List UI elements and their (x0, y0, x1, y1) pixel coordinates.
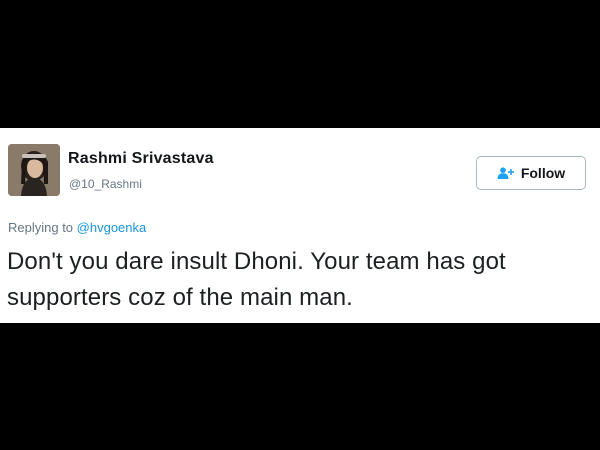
author-handle[interactable]: @10_Rashmi (69, 177, 142, 191)
author-name[interactable]: Rashmi Srivastava (68, 150, 214, 168)
follow-label: Follow (520, 165, 566, 181)
reply-mention-link[interactable]: @hvgoenka (77, 220, 147, 235)
reply-prefix: Replying to (8, 220, 74, 235)
tweet-card: Rashmi Srivastava @10_Rashmi Follow Repl… (0, 128, 600, 323)
add-user-icon (497, 167, 515, 179)
follow-button[interactable]: Follow (476, 156, 586, 190)
reply-context: Replying to @hvgoenka (8, 220, 146, 235)
profile-photo (8, 144, 60, 196)
tweet-text: Don't you dare insult Dhoni. Your team h… (7, 248, 506, 311)
avatar[interactable] (8, 144, 60, 196)
